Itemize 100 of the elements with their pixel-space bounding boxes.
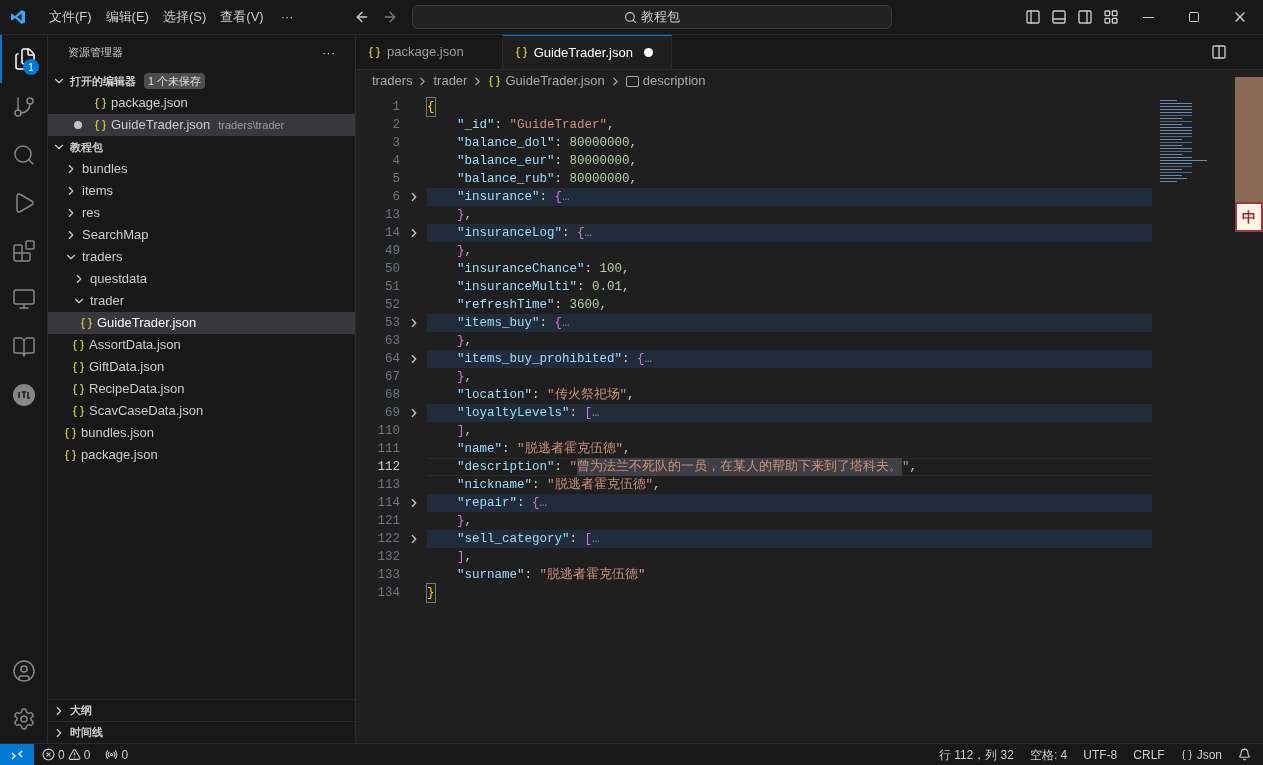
language-mode[interactable]: Json: [1196, 745, 1222, 764]
braces-icon: [94, 96, 107, 110]
file-item[interactable]: AssortData.json: [48, 334, 355, 356]
menu-item[interactable]: 编辑(E): [98, 7, 156, 27]
indent-setting[interactable]: 空格: 4: [1029, 745, 1068, 764]
folder-item[interactable]: bundles: [48, 158, 355, 180]
line-number: 112: [376, 458, 400, 476]
folder-item[interactable]: questdata: [48, 268, 355, 290]
split-editor-icon[interactable]: [1211, 44, 1227, 60]
more-button[interactable]: ···: [322, 42, 335, 63]
layout-icon[interactable]: [1103, 9, 1119, 25]
folder-item[interactable]: traders: [48, 246, 355, 268]
file-item[interactable]: bundles.json: [48, 422, 355, 444]
menu-item[interactable]: 文件(F): [42, 7, 99, 27]
braces-icon: [514, 46, 528, 59]
line-number: 68: [384, 386, 400, 404]
ports-count[interactable]: 0: [121, 745, 129, 764]
error-icon: [42, 748, 55, 761]
folder-item[interactable]: trader: [48, 290, 355, 312]
menu-item[interactable]: 查看(V): [213, 7, 271, 27]
line-number: 133: [376, 566, 400, 584]
folder-item[interactable]: res: [48, 202, 355, 224]
code-line: "balance_dol": 80000000,: [456, 134, 639, 152]
sidebar-title: 资源管理器: [68, 45, 123, 61]
file-item[interactable]: GuideTrader.json: [48, 312, 355, 334]
code-line: },: [456, 332, 474, 350]
braces-icon: [72, 382, 85, 396]
monitor-icon[interactable]: [11, 287, 36, 311]
settings-icon[interactable]: [11, 707, 36, 731]
line-number: 49: [384, 242, 400, 260]
open-editor-item[interactable]: GuideTrader.json traders\trader: [48, 114, 355, 136]
line-number: 132: [376, 548, 400, 566]
code-line: },: [456, 512, 474, 530]
folder-item[interactable]: SearchMap: [48, 224, 355, 246]
editor-tab[interactable]: GuideTrader.json: [502, 35, 672, 69]
file-item[interactable]: GiftData.json: [48, 356, 355, 378]
panel-header[interactable]: 大纲: [48, 699, 355, 721]
line-number: 67: [384, 368, 400, 386]
maximize-icon: [1188, 11, 1200, 23]
bell-icon[interactable]: [1238, 748, 1251, 761]
search-field[interactable]: 教程包: [411, 5, 892, 29]
code-line: "balance_rub": 80000000,: [456, 170, 639, 188]
braces-icon: [64, 426, 77, 440]
braces-icon: [80, 316, 93, 330]
code-line: "nickname": "脱逃者霍克伍德",: [456, 476, 662, 494]
more-menu-button[interactable]: ···: [270, 7, 304, 27]
ime-badge: 中: [1235, 202, 1263, 232]
cursor-position[interactable]: 行 112，列 32: [938, 745, 1014, 764]
code-line: "location": "传火祭祀场",: [456, 386, 636, 404]
code-line: },: [456, 368, 474, 386]
file-item[interactable]: RecipeData.json: [48, 378, 355, 400]
book-icon[interactable]: [11, 335, 36, 359]
braces-icon: [64, 448, 77, 462]
file-item[interactable]: ScavCaseData.json: [48, 400, 355, 422]
file-item[interactable]: package.json: [48, 444, 355, 466]
line-number: 69: [384, 404, 400, 422]
code-line: "balance_eur": 80000000,: [456, 152, 639, 170]
code-line: ],: [456, 548, 474, 566]
braces-icon: [72, 360, 85, 374]
breadcrumb-item[interactable]: GuideTrader.json: [505, 71, 605, 91]
section-header[interactable]: 打开的编辑器 1 个未保存: [48, 70, 355, 92]
line-number: 114: [376, 494, 400, 512]
antenna-icon: [105, 748, 119, 761]
code-line: {: [427, 98, 1152, 116]
search-icon[interactable]: [11, 143, 36, 167]
section-title: 教程包: [70, 139, 103, 155]
editor-tab[interactable]: package.json: [356, 35, 503, 69]
line-number: 3: [391, 134, 400, 152]
panel-right-icon[interactable]: [1077, 9, 1093, 25]
braces-icon: [72, 404, 85, 418]
warning-count[interactable]: 0: [83, 745, 91, 764]
breadcrumb-item[interactable]: description: [642, 71, 706, 91]
line-number: 52: [384, 296, 400, 314]
code-line: }: [427, 584, 1152, 602]
files-icon[interactable]: [12, 47, 37, 71]
string-icon: [625, 75, 639, 87]
menu-item[interactable]: 选择(S): [155, 7, 214, 27]
folder-item[interactable]: items: [48, 180, 355, 202]
line-number: 134: [376, 584, 400, 602]
search-icon: [623, 10, 637, 24]
code-line: "_id": "GuideTrader",: [456, 116, 616, 134]
line-number: 5: [391, 170, 400, 188]
encoding[interactable]: UTF-8: [1083, 745, 1118, 764]
section-header[interactable]: 教程包: [48, 136, 355, 158]
logo-icon: [10, 9, 26, 25]
code-line: ],: [456, 422, 474, 440]
error-count[interactable]: 0: [58, 745, 65, 764]
line-ending[interactable]: CRLF: [1133, 745, 1165, 764]
blocks-icon[interactable]: [11, 239, 36, 263]
breadcrumb-item[interactable]: traders: [372, 71, 413, 91]
panel-left-icon[interactable]: [1025, 9, 1041, 25]
account-icon[interactable]: [11, 659, 36, 683]
panel-bottom-icon[interactable]: [1051, 9, 1067, 25]
line-number: 111: [376, 440, 400, 458]
line-number: 121: [376, 512, 400, 530]
branch-icon[interactable]: [11, 95, 36, 119]
line-number: 50: [384, 260, 400, 278]
braces-icon: [368, 45, 381, 59]
open-editor-item[interactable]: package.json: [48, 92, 355, 114]
breadcrumb-item[interactable]: trader: [433, 71, 468, 91]
